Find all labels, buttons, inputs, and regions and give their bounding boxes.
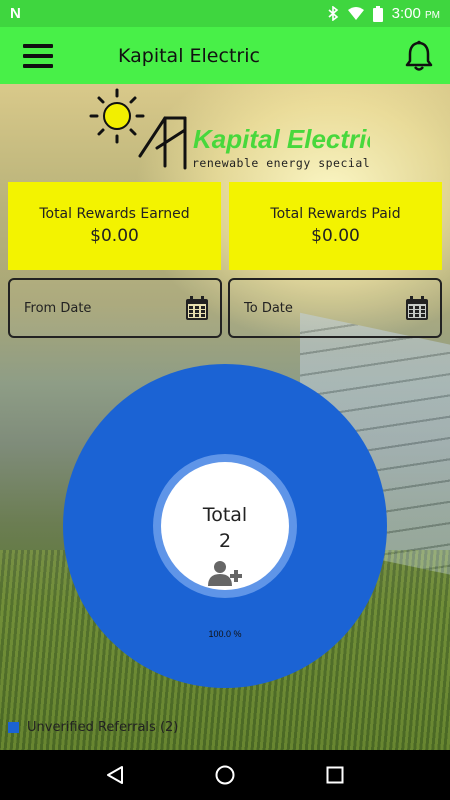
recents-button[interactable]	[315, 755, 355, 795]
add-user-icon[interactable]	[208, 560, 242, 586]
card-value: $0.00	[90, 226, 139, 246]
to-date-placeholder: To Date	[244, 300, 293, 316]
total-rewards-paid-card: Total Rewards Paid $0.00	[229, 182, 442, 270]
wifi-icon	[347, 7, 364, 20]
notifications-button[interactable]	[394, 27, 444, 84]
total-rewards-earned-card: Total Rewards Earned $0.00	[8, 182, 221, 270]
calendar-icon[interactable]	[406, 296, 428, 320]
logo-tagline: renewable energy specialists	[192, 156, 370, 170]
bell-icon	[405, 40, 433, 71]
card-label: Total Rewards Paid	[270, 206, 401, 222]
donut-center-value: 2	[218, 530, 232, 552]
logo-k-mark	[138, 116, 187, 170]
legend-label: Unverified Referrals (2)	[27, 720, 179, 735]
status-icons: 3:00 PM	[327, 5, 440, 22]
chart-legend: Unverified Referrals (2)	[8, 720, 178, 735]
clock: 3:00 PM	[391, 5, 440, 22]
status-bar: N 3:00 PM	[0, 0, 450, 27]
home-circle-icon	[215, 765, 235, 785]
home-button[interactable]	[205, 755, 245, 795]
slice-percent-label: 100.0 %	[208, 629, 242, 639]
battery-icon	[372, 5, 383, 22]
from-date-field[interactable]: From Date	[8, 278, 222, 338]
page-title: Kapital Electric	[118, 44, 260, 67]
kapital-electric-logo: Kapital Electric renewable energy specia…	[89, 88, 370, 170]
n-icon: N	[10, 5, 21, 22]
back-button[interactable]	[95, 755, 135, 795]
to-date-field[interactable]: To Date	[228, 278, 442, 338]
referrals-donut-chart: Total 2 100.0 %	[63, 364, 387, 688]
donut-svg	[63, 364, 387, 688]
content-area: Kapital Electric renewable energy specia…	[0, 84, 450, 750]
bluetooth-off-icon	[328, 6, 338, 21]
recents-square-icon	[326, 766, 344, 784]
donut-center-label: Total	[202, 504, 248, 526]
legend-swatch	[8, 722, 19, 733]
hamburger-menu-icon	[23, 43, 53, 68]
logo-name: Kapital Electric	[193, 124, 370, 154]
card-label: Total Rewards Earned	[39, 206, 190, 222]
menu-button[interactable]	[8, 27, 68, 84]
from-date-placeholder: From Date	[24, 300, 92, 316]
app-bar: Kapital Electric	[0, 27, 450, 84]
calendar-icon[interactable]	[186, 296, 208, 320]
back-triangle-icon	[107, 766, 123, 784]
sun-icon	[89, 88, 145, 144]
card-value: $0.00	[311, 226, 360, 246]
system-nav-bar	[0, 750, 450, 800]
